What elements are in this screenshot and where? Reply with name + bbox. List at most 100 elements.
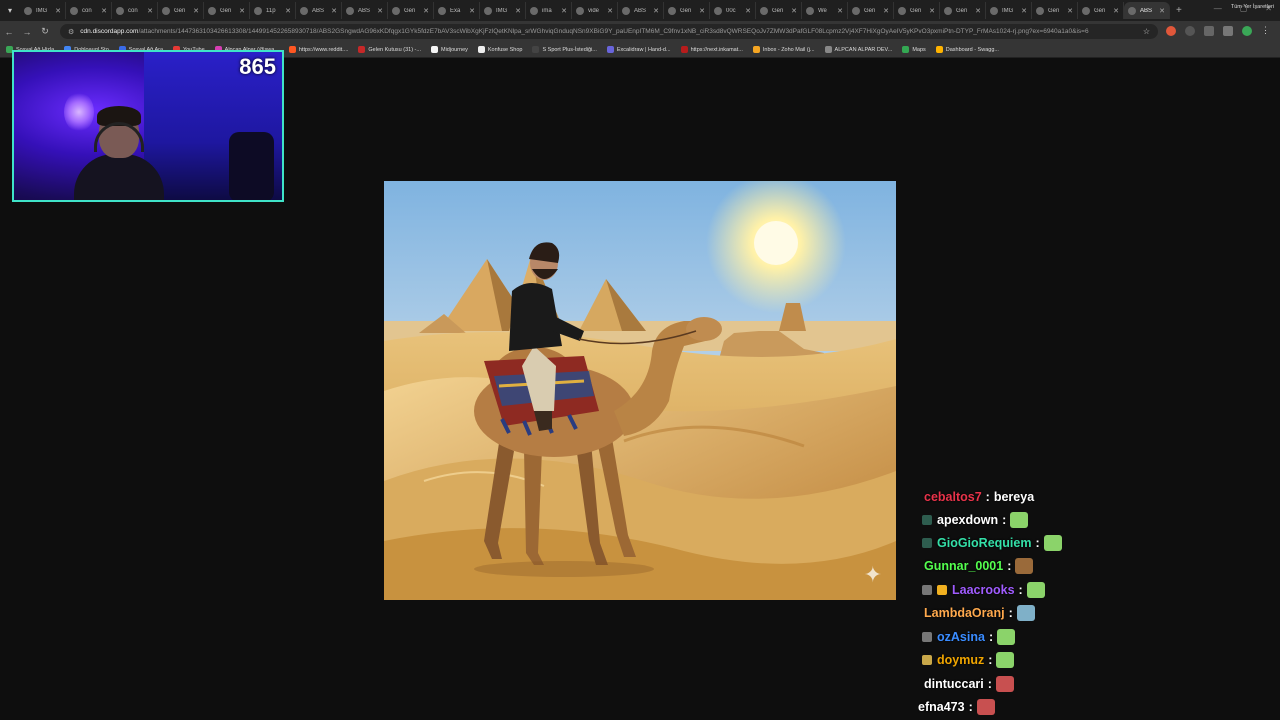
tab-favicon-icon: [1036, 6, 1044, 15]
bookmark-item[interactable]: Inbox - Zoho Mail (j...: [752, 46, 815, 53]
bookmark-item[interactable]: Midjourney: [430, 46, 468, 53]
tab-close-icon[interactable]: ✕: [423, 7, 429, 15]
browser-tab[interactable]: con ✕: [112, 2, 158, 19]
chat-username[interactable]: efna473: [918, 700, 965, 714]
tab-close-icon[interactable]: ✕: [331, 7, 337, 15]
tab-close-icon[interactable]: ✕: [55, 7, 61, 15]
bookmark-item[interactable]: Gelen Kutusu (31) -...: [358, 46, 421, 53]
more-menu-icon[interactable]: ⋮: [1261, 25, 1270, 36]
tab-close-icon[interactable]: ✕: [791, 7, 797, 15]
chat-message: LambdaOranj:: [924, 603, 1035, 623]
bookmark-item[interactable]: Maps: [902, 46, 926, 53]
tab-close-icon[interactable]: ✕: [1159, 7, 1165, 15]
tab-close-icon[interactable]: ✕: [1067, 7, 1073, 15]
browser-tab[interactable]: IMG ✕: [20, 2, 66, 19]
tab-close-icon[interactable]: ✕: [101, 7, 107, 15]
browser-tab[interactable]: Gen ✕: [1032, 2, 1078, 19]
tab-label: ABS: [358, 7, 371, 14]
tab-close-icon[interactable]: ✕: [561, 7, 567, 15]
back-arrow-icon[interactable]: ←: [0, 27, 18, 37]
browser-tab[interactable]: 11p ✕: [250, 2, 296, 19]
tab-close-icon[interactable]: ✕: [515, 7, 521, 15]
bookmark-item[interactable]: https://next.inkamat...: [680, 46, 743, 53]
browser-tab[interactable]: Gen ✕: [940, 2, 986, 19]
tab-close-icon[interactable]: ✕: [607, 7, 613, 15]
tab-close-icon[interactable]: ✕: [975, 7, 981, 15]
chat-username[interactable]: cebaltos7: [924, 490, 982, 504]
browser-tab[interactable]: vide ✕: [572, 2, 618, 19]
tab-close-icon[interactable]: ✕: [653, 7, 659, 15]
tab-close-icon[interactable]: ✕: [377, 7, 383, 15]
browser-tab[interactable]: Gen ✕: [1078, 2, 1124, 19]
tab-label: vide: [588, 7, 600, 14]
browser-tab[interactable]: ABS ✕: [618, 2, 664, 19]
browser-tab[interactable]: Exa ✕: [434, 2, 480, 19]
bookmark-label: S Sport Plus-İstediği...: [542, 46, 597, 53]
chat-username[interactable]: GioGioRequiem: [937, 536, 1031, 550]
reload-icon[interactable]: ↻: [36, 26, 54, 37]
browser-tab[interactable]: Gen ✕: [664, 2, 710, 19]
browser-tab[interactable]: Gen ✕: [158, 2, 204, 19]
chat-username[interactable]: LambdaOranj: [924, 606, 1005, 620]
browser-tab[interactable]: Gen ✕: [756, 2, 802, 19]
chat-username[interactable]: apexdown: [937, 513, 998, 527]
chat-username[interactable]: dintuccari: [924, 677, 984, 691]
tab-close-icon[interactable]: ✕: [699, 7, 705, 15]
tab-favicon-icon: [760, 6, 768, 15]
new-tab-icon[interactable]: +: [1176, 5, 1182, 16]
tab-close-icon[interactable]: ✕: [285, 7, 291, 15]
browser-tab[interactable]: We ✕: [802, 2, 848, 19]
tab-close-icon[interactable]: ✕: [1021, 7, 1027, 15]
address-bar[interactable]: ⚙ cdn.discordapp.com/attachments/1447363…: [60, 24, 1158, 39]
profile-avatar-icon[interactable]: [1242, 25, 1252, 36]
chat-username[interactable]: Laacrooks: [952, 583, 1015, 597]
tab-search-icon[interactable]: ▾: [0, 0, 20, 21]
tab-close-icon[interactable]: ✕: [239, 7, 245, 15]
download-icon[interactable]: [1223, 25, 1233, 36]
tab-close-icon[interactable]: ✕: [745, 7, 751, 15]
browser-tab[interactable]: IMG ✕: [986, 2, 1032, 19]
bookmark-item[interactable]: Excalidraw | Hand-d...: [606, 46, 671, 53]
forward-arrow-icon[interactable]: →: [18, 27, 36, 37]
browser-tab[interactable]: Gen ✕: [848, 2, 894, 19]
browser-tab[interactable]: ABS ✕: [1124, 2, 1170, 19]
chat-separator: :: [1035, 536, 1040, 550]
browser-tab[interactable]: ABS ✕: [342, 2, 388, 19]
extensions-puzzle-icon[interactable]: [1204, 25, 1214, 36]
browser-tab[interactable]: Gen ✕: [388, 2, 434, 19]
tab-close-icon[interactable]: ✕: [929, 7, 935, 15]
all-bookmarks-link[interactable]: Tüm Yer İşaretleri: [1231, 4, 1274, 10]
tab-close-icon[interactable]: ✕: [469, 7, 475, 15]
bookmark-item[interactable]: https://www.reddit....: [288, 46, 348, 53]
tab-close-icon[interactable]: ✕: [193, 7, 199, 15]
bookmark-star-icon[interactable]: ☆: [1143, 27, 1150, 36]
minimize-icon[interactable]: —: [1214, 4, 1222, 13]
browser-tab[interactable]: ABS ✕: [296, 2, 342, 19]
site-info-icon[interactable]: ⚙: [68, 28, 74, 36]
tab-favicon-icon: [392, 6, 400, 15]
bookmark-item[interactable]: Konfuse Shop: [477, 46, 522, 53]
bookmark-item[interactable]: ALPCAN ALPAR DEV...: [824, 46, 892, 53]
chat-username[interactable]: doymuz: [937, 653, 984, 667]
chat-message: apexdown:: [922, 510, 1029, 530]
chat-username[interactable]: Gunnar_0001: [924, 559, 1003, 573]
tab-close-icon[interactable]: ✕: [1113, 7, 1119, 15]
tab-close-icon[interactable]: ✕: [837, 7, 843, 15]
bookmark-item[interactable]: Dashboard - Swagg...: [935, 46, 999, 53]
tab-label: ABS: [1140, 7, 1153, 14]
tab-close-icon[interactable]: ✕: [147, 7, 153, 15]
tab-favicon-icon: [806, 6, 814, 15]
chat-username[interactable]: ozAsina: [937, 630, 985, 644]
browser-tab[interactable]: Gen ✕: [204, 2, 250, 19]
browser-tab[interactable]: con ✕: [66, 2, 112, 19]
tab-label: 00c: [726, 7, 736, 14]
bookmark-item[interactable]: S Sport Plus-İstediği...: [532, 46, 597, 53]
tab-close-icon[interactable]: ✕: [883, 7, 889, 15]
browser-tab[interactable]: IMG ✕: [480, 2, 526, 19]
extension-icon[interactable]: [1166, 25, 1176, 36]
extension-icon[interactable]: [1185, 25, 1195, 36]
browser-tab[interactable]: ima ✕: [526, 2, 572, 19]
chat-badge-icon: [922, 585, 932, 595]
browser-tab[interactable]: 00c ✕: [710, 2, 756, 19]
browser-tab[interactable]: Gen ✕: [894, 2, 940, 19]
